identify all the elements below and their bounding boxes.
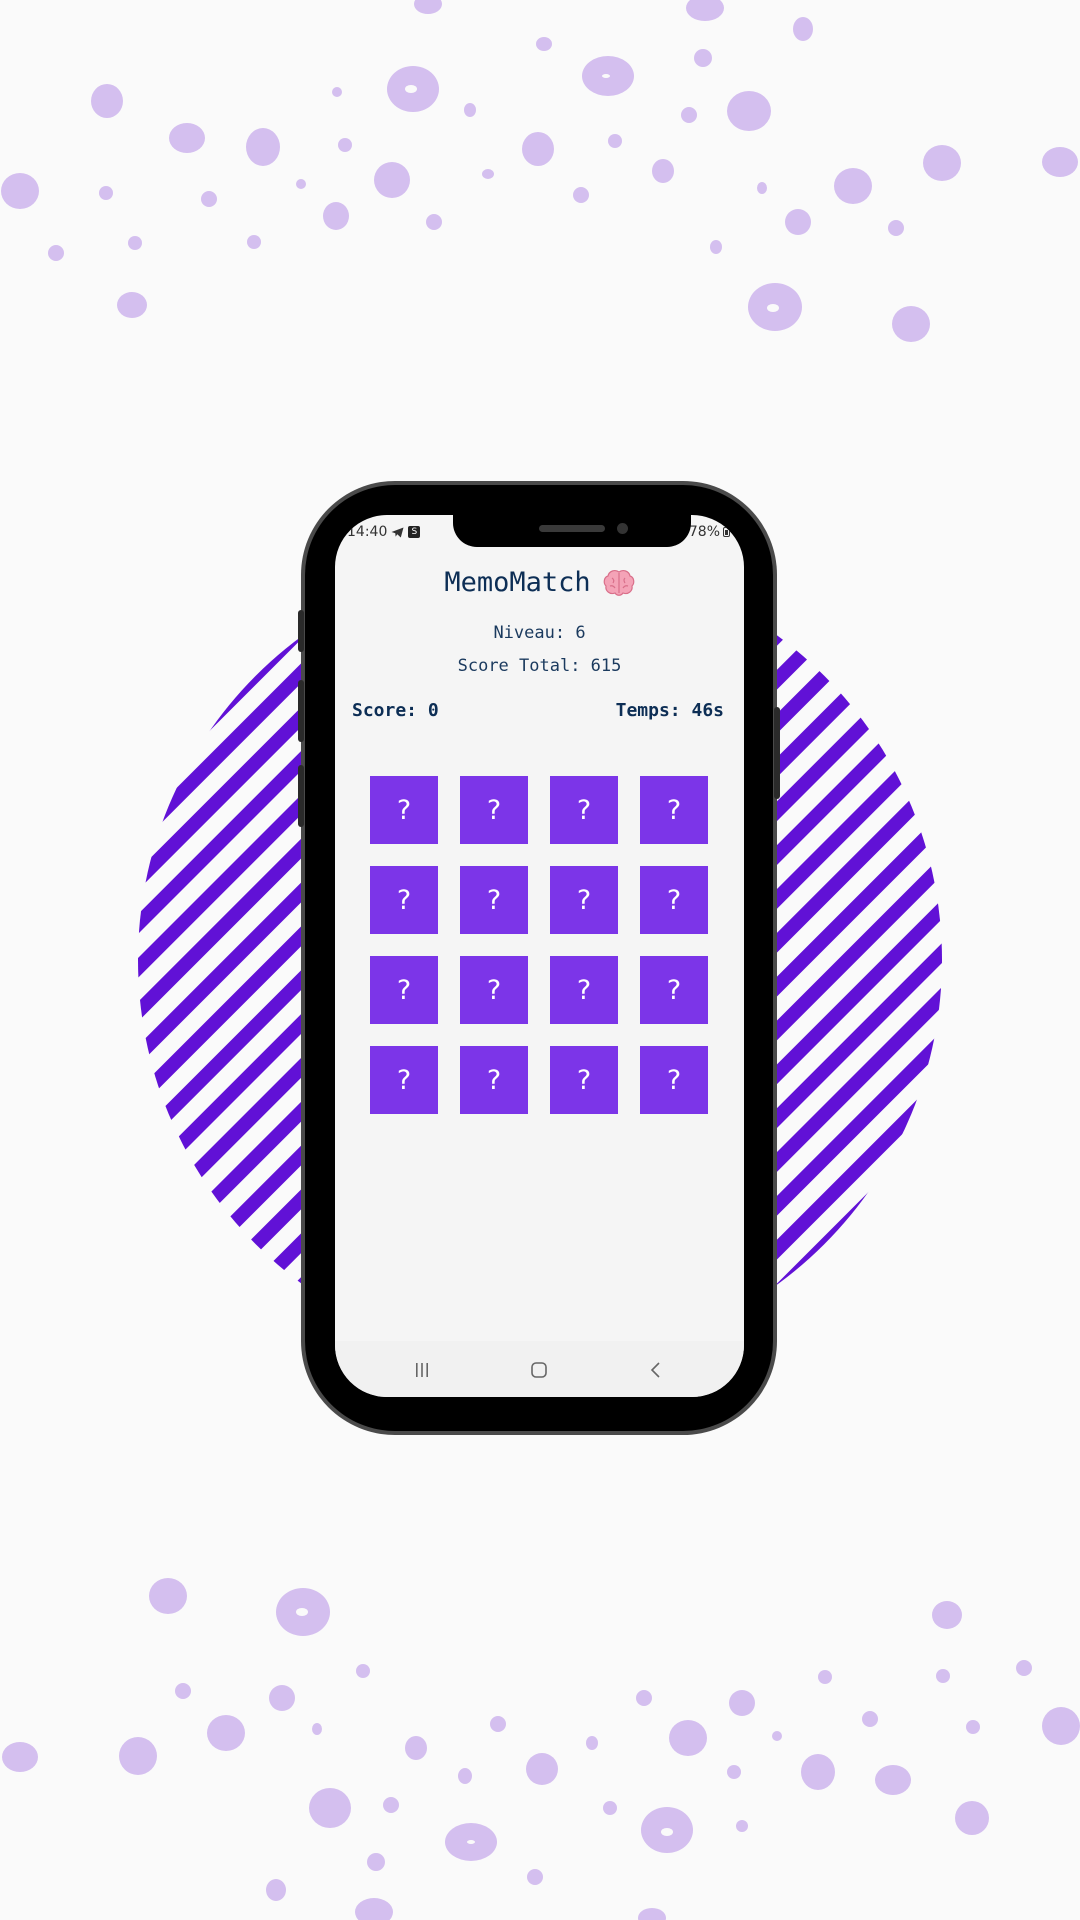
- promo-canvas: 14:40 S 78% MemoMatch Niveau: 6 Score To…: [0, 0, 1080, 1920]
- recent-apps-icon[interactable]: [410, 1359, 434, 1381]
- memory-card[interactable]: ?: [550, 866, 618, 934]
- app-badge-icon: S: [408, 526, 421, 538]
- side-button-volume-up: [298, 680, 304, 742]
- side-button-volume-down: [298, 765, 304, 827]
- memory-card[interactable]: ?: [460, 956, 528, 1024]
- memory-card[interactable]: ?: [640, 956, 708, 1024]
- front-camera: [617, 523, 628, 534]
- memory-card[interactable]: ?: [550, 956, 618, 1024]
- status-left: 14:40 S: [347, 524, 421, 540]
- battery-icon: [723, 527, 730, 537]
- memory-card[interactable]: ?: [460, 866, 528, 934]
- blobs-bottom: [2, 1578, 1080, 1920]
- total-score-label: Score Total: 615: [457, 656, 622, 676]
- telegram-icon: [391, 527, 404, 537]
- memory-card[interactable]: ?: [640, 1046, 708, 1114]
- brain-icon: [603, 569, 634, 596]
- memory-card[interactable]: ?: [370, 956, 438, 1024]
- memory-card[interactable]: ?: [460, 776, 528, 844]
- app-title: MemoMatch: [335, 567, 744, 598]
- blobs-top: [1, 0, 1078, 342]
- memory-card[interactable]: ?: [640, 776, 708, 844]
- phone-screen: 14:40 S 78% MemoMatch Niveau: 6 Score To…: [335, 515, 744, 1397]
- phone-mockup: 14:40 S 78% MemoMatch Niveau: 6 Score To…: [298, 485, 780, 1431]
- memory-card[interactable]: ?: [370, 866, 438, 934]
- home-icon[interactable]: [527, 1359, 551, 1381]
- speaker-grille: [539, 525, 605, 532]
- status-time: 14:40: [347, 524, 388, 540]
- app-title-text: MemoMatch: [444, 567, 591, 598]
- score-label: Score: 0: [352, 700, 439, 721]
- back-icon[interactable]: [644, 1359, 668, 1381]
- side-button-action: [298, 610, 304, 652]
- battery-level: 78%: [688, 524, 720, 540]
- navigation-bar: [335, 1341, 744, 1397]
- memory-card[interactable]: ?: [370, 776, 438, 844]
- memory-card[interactable]: ?: [640, 866, 708, 934]
- phone-notch: [453, 515, 691, 547]
- memory-card[interactable]: ?: [460, 1046, 528, 1114]
- memory-card[interactable]: ?: [550, 1046, 618, 1114]
- memory-card[interactable]: ?: [370, 1046, 438, 1114]
- memory-card[interactable]: ?: [550, 776, 618, 844]
- timer-label: Temps: 46s: [615, 700, 724, 721]
- side-button-power: [774, 707, 780, 799]
- card-grid: ? ? ? ? ? ? ? ? ? ? ? ? ? ? ? ?: [370, 776, 708, 1114]
- level-label: Niveau: 6: [493, 623, 586, 643]
